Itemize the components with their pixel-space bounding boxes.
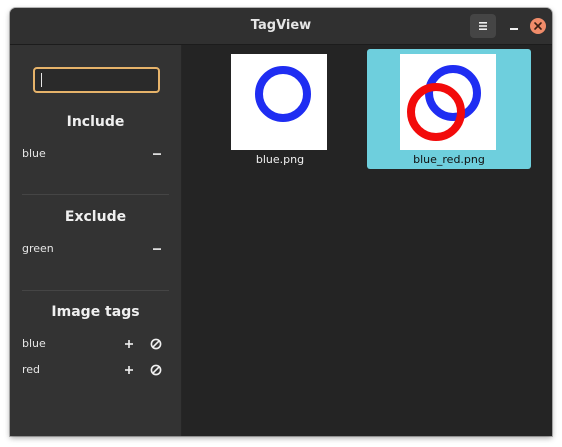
add-icon — [125, 366, 133, 374]
title-bar: TagView — [10, 8, 552, 45]
menu-icon — [479, 22, 487, 30]
app-window: TagView Include blue Exclude green Image… — [10, 8, 552, 436]
blue-ring-image — [255, 66, 311, 122]
remove-include-button[interactable] — [150, 147, 164, 161]
minimize-icon — [510, 28, 518, 30]
minimize-button[interactable] — [504, 16, 524, 36]
include-heading: Include — [66, 114, 125, 130]
add-include-button[interactable] — [122, 337, 136, 351]
close-icon — [534, 22, 542, 30]
image-gallery: blue.png blue_red.png — [182, 45, 552, 436]
sidebar: Include blue Exclude green Image tags bl… — [10, 45, 182, 436]
include-tag-label: blue — [22, 147, 46, 160]
section-divider — [22, 194, 169, 195]
add-include-button[interactable] — [122, 363, 136, 377]
exclude-icon — [150, 338, 162, 350]
image-tag-label: red — [22, 363, 41, 376]
image-filename: blue.png — [255, 153, 305, 166]
image-filename: blue_red.png — [413, 153, 485, 166]
image-thumbnail — [400, 54, 496, 150]
image-tag-label: blue — [22, 337, 46, 350]
remove-icon — [153, 248, 161, 250]
exclude-icon — [150, 364, 162, 376]
gallery-item-selected[interactable]: blue_red.png — [367, 49, 531, 169]
remove-exclude-button[interactable] — [150, 242, 164, 256]
text-caret — [41, 73, 42, 87]
image-tags-heading: Image tags — [51, 304, 140, 320]
add-exclude-button[interactable] — [149, 337, 163, 351]
add-icon — [125, 340, 133, 348]
exclude-tag-label: green — [22, 242, 54, 255]
remove-icon — [153, 153, 161, 155]
section-divider — [22, 290, 169, 291]
add-exclude-button[interactable] — [149, 363, 163, 377]
search-input[interactable] — [33, 67, 160, 93]
image-thumbnail — [231, 54, 327, 150]
menu-button[interactable] — [470, 14, 496, 38]
exclude-heading: Exclude — [64, 209, 127, 225]
gallery-item[interactable]: blue.png — [198, 49, 362, 169]
close-button[interactable] — [530, 18, 546, 34]
blue-red-rings-image — [407, 65, 481, 141]
